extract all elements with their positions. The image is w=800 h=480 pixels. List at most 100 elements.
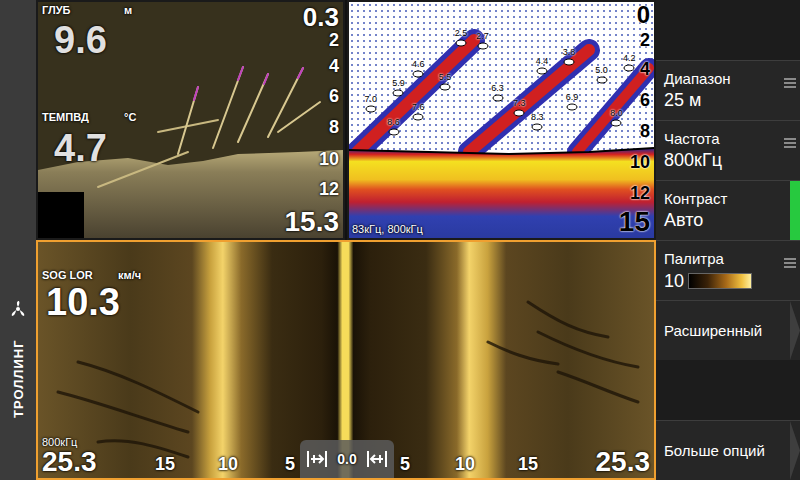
fish-icon [563,58,575,66]
fish-icon [536,67,548,75]
zoom-out-icon[interactable] [365,447,389,471]
depth-tick: 4 [329,56,339,76]
fish-depth-label: 6.3 [491,83,504,93]
trolling-icon [9,300,27,318]
sonar-panel[interactable]: 2.5 2.7 4.6 5.5 5.9 7.0 7.6 8.6 3.8 4.4 4.2 5.0 6.3 6… [347,0,656,240]
screen: ТРОЛЛИНГГЛУБм9.6ТЕМПВД°С4.70.32468101215… [0,0,800,480]
menu-item[interactable]: Больше опций [656,420,800,480]
depth-tick: 10 [319,149,339,169]
temp-unit: °С [124,110,136,124]
fish-icon [412,70,424,78]
mode-strip[interactable]: ТРОЛЛИНГ [0,0,36,480]
sonar-depth-tick: 4 [640,59,650,79]
palette-swatch [688,273,752,289]
menu-item[interactable]: КонтрастАвто [656,180,800,240]
speed-unit: км/ч [118,268,141,282]
depth-tick: 2 [329,30,339,50]
menu-item-label: Частота [664,130,784,148]
range-tick: 10 [455,454,475,474]
depth-value: 9.6 [54,18,107,62]
fish-icon [392,89,404,97]
menu-item-label: Больше опций [664,442,784,460]
sonar-depth-tick: 6 [640,90,650,110]
menu-item[interactable]: Расширенный [656,300,800,360]
submenu-chevron-icon [790,301,800,360]
range-tick: 25.3 [42,446,97,478]
fish-depth-label: 7.3 [513,98,526,108]
fish-icon [531,123,543,131]
range-bottom: 15.3 [285,206,340,238]
downscan-panel[interactable]: ГЛУБм9.6ТЕМПВД°С4.70.32468101215.3 [36,0,345,240]
depth-tick: 12 [319,179,339,199]
sonar-depth-tick: 12 [630,183,650,203]
fish-depth-label: 7.0 [364,94,377,104]
menu-item-value: Авто [664,208,784,232]
menu-lines-icon [784,137,796,149]
top-row: ГЛУБм9.6ТЕМПВД°С4.70.32468101215.32.52.7… [36,0,656,240]
selection-bar [790,181,800,240]
menu-item-value: 800кГц [664,148,784,172]
depth-tick: 6 [329,86,339,106]
fish-depth-label: 8.0 [610,108,623,118]
fish-icon [477,42,489,50]
range-tick: 15 [155,454,175,474]
depth-label: ГЛУБ [42,3,70,17]
menu-lines-icon [784,257,796,269]
fish-depth-label: 5.9 [392,78,405,88]
range-tick: 5 [400,454,410,474]
sonar-frequency: 83кГц, 800кГц [352,223,423,236]
mode-label[interactable]: ТРОЛЛИНГ [8,340,28,419]
fish-icon [566,103,578,111]
sidescan-panel[interactable]: SOG LORкм/ч10.3800кГц25.3151050.05101525… [36,240,656,480]
menu-item[interactable]: Палитра 10 [656,240,800,300]
sonar-depth-tick: 15 [619,206,650,238]
menu-item-value: 10 [664,270,684,292]
sonar-depth-tick: 0 [637,2,650,28]
fish-depth-label: 2.5 [455,28,468,38]
fish-depth-label: 4.2 [623,53,636,63]
range-tick: 15 [518,454,538,474]
panes: ГЛУБм9.6ТЕМПВД°С4.70.32468101215.32.52.7… [36,0,656,480]
temp-value: 4.7 [54,126,107,170]
range-tick: 25.3 [596,446,651,478]
range-tick: 10 [218,454,238,474]
menu-item-value: 25 м [664,88,784,112]
sonar-depth-tick: 8 [640,121,650,141]
fish-depth-label: 2.7 [476,31,489,41]
fish-icon [365,105,377,113]
sonar-depth-tick: 2 [640,30,650,50]
menu-item[interactable]: Диапазон25 м [656,60,800,120]
side-menu: Диапазон25 мЧастота800кГцКонтрастАвтоПал… [656,0,800,480]
fish-depth-label: 5.0 [595,65,608,75]
menu-item-label: Палитра [664,250,784,268]
menu-item-label: Контраст [664,190,784,208]
fish-depth-label: 6.9 [566,92,579,102]
menu-item[interactable]: Частота800кГц [656,120,800,180]
menu-lines-icon [784,77,796,89]
zoom-in-icon[interactable] [305,447,329,471]
no-signal-block [38,192,84,238]
temp-label: ТЕМПВД [42,110,89,124]
depth-tick: 8 [329,117,339,137]
fish-depth-label: 8.3 [531,112,544,122]
fish-icon [610,119,622,127]
fish-icon [596,76,608,84]
speed-value: 10.3 [46,280,120,324]
fish-depth-label: 8.6 [387,117,400,127]
mode-label-wrap: ТРОЛЛИНГ [6,324,30,434]
center-range-tick: 0.0 [337,451,356,467]
fish-depth-label: 3.8 [563,47,576,57]
zoom-toolbar: 0.0 [300,440,394,478]
menu-item-value-row: 10 [664,270,784,292]
fish-icon [623,64,635,72]
fish-icon [455,39,467,47]
fish-depth-label: 4.4 [536,56,549,66]
menu-item-label: Диапазон [664,70,784,88]
fish-icon [412,113,424,121]
fish-icon [388,128,400,136]
speed-label: SOG LOR [42,268,93,282]
fish-icon [513,109,525,117]
fish-depth-label: 5.5 [439,72,452,82]
fish-depth-label: 7.6 [412,102,425,112]
fish-depth-label: 4.6 [412,59,425,69]
